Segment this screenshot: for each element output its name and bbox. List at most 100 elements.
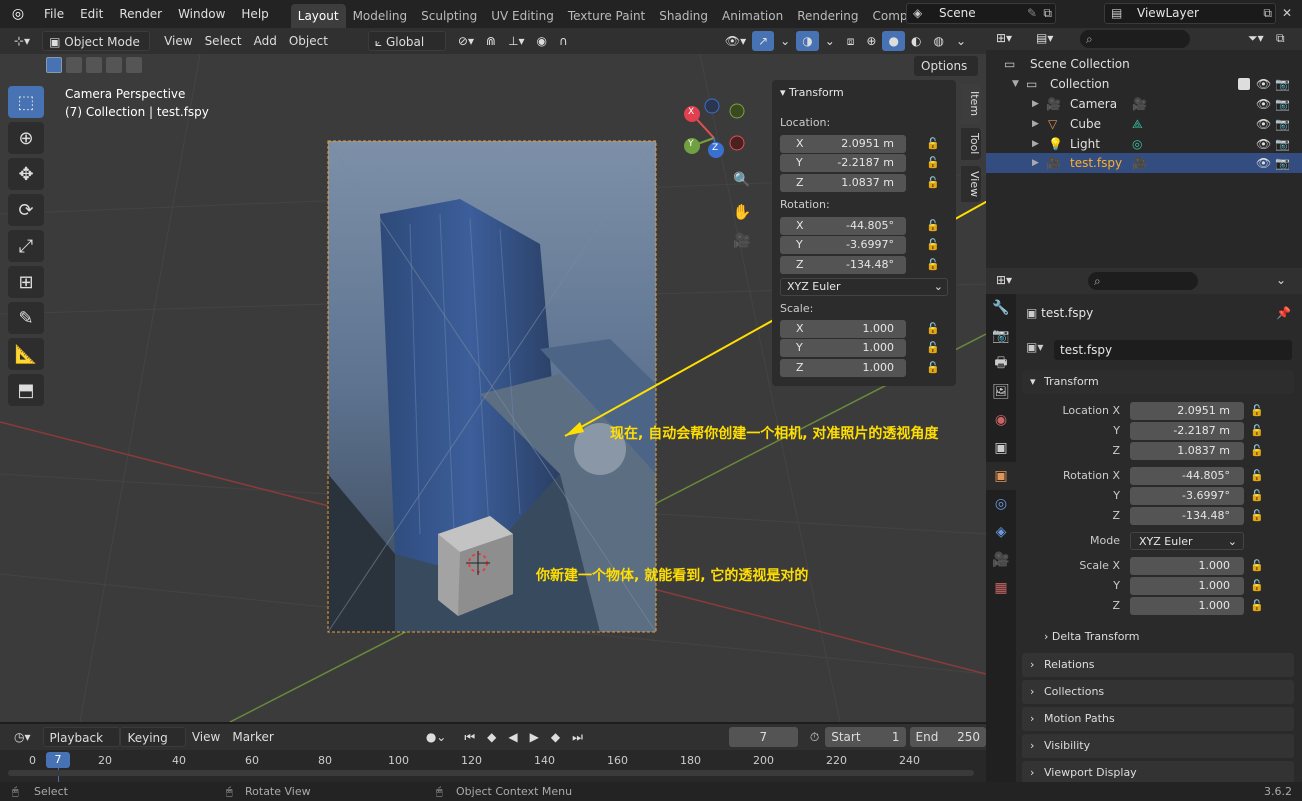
gizmo-icon[interactable]: ↗ (752, 31, 775, 51)
wireframe-shading-icon[interactable]: ⊕ (860, 31, 882, 51)
lock-icon[interactable]: 🔓 (1250, 444, 1264, 457)
lock-icon[interactable]: 🔓 (926, 238, 940, 251)
lock-icon[interactable]: 🔓 (1250, 509, 1264, 522)
move-tool-icon[interactable]: ✥ (8, 158, 44, 190)
scene-collection-row[interactable]: ▭ Scene Collection (986, 54, 1302, 74)
pan-hand-icon[interactable]: ✋ (730, 203, 754, 223)
scale-y-field[interactable]: 1.000 (1130, 577, 1244, 595)
start-frame-field[interactable]: Start 1 (825, 727, 906, 747)
outliner-item-camera[interactable]: ▶ 🎥 Camera 🎥 👁 📷 (986, 94, 1302, 114)
play-reverse-icon[interactable]: ◀ (502, 727, 523, 747)
menu-edit[interactable]: Edit (72, 0, 111, 28)
lock-icon[interactable]: 🔓 (1250, 404, 1264, 417)
rotation-mode-dropdown[interactable]: XYZ Euler ⌄ (780, 278, 948, 296)
lock-icon[interactable]: 🔓 (926, 176, 940, 189)
lock-icon[interactable]: 🔓 (926, 341, 940, 354)
location-x-field[interactable]: X 2.0951 m (780, 135, 906, 153)
object-name-field[interactable]: test.fspy (1054, 340, 1292, 360)
lock-icon[interactable]: 🔓 (1250, 489, 1264, 502)
eye-icon[interactable]: 👁 (1256, 114, 1271, 134)
new-scene-icon[interactable]: ⧉ (1043, 4, 1052, 23)
rotation-y-field[interactable]: Y -3.6997° (780, 236, 906, 254)
keying-menu[interactable]: Keying ⌄ (120, 727, 186, 765)
scale-z-field[interactable]: Z 1.000 (780, 359, 906, 377)
menu-file[interactable]: File (36, 0, 72, 28)
editor-type-icon[interactable]: ⊹▾ (8, 31, 36, 51)
tab-texture-paint[interactable]: Texture Paint (561, 4, 652, 28)
render-tab-icon[interactable]: 📷 (986, 322, 1016, 350)
location-x-field[interactable]: 2.0951 m (1130, 402, 1244, 420)
scale-x-field[interactable]: X 1.000 (780, 320, 906, 338)
menu-window[interactable]: Window (170, 0, 233, 28)
eye-icon[interactable]: 👁 (1256, 94, 1271, 114)
properties-editor-icon[interactable]: ⊞▾ (996, 273, 1012, 287)
eye-icon[interactable]: 👁 (1256, 74, 1271, 94)
render-camera-icon[interactable]: 📷 (1275, 134, 1290, 154)
physics-tab-icon[interactable]: ◈ (986, 518, 1016, 546)
blender-logo-icon[interactable]: ◎ (0, 6, 36, 22)
menu-select[interactable]: Select (199, 31, 248, 51)
collection-row[interactable]: ▼ ▭ Collection 👁 📷 (986, 74, 1302, 94)
rendered-shading-icon[interactable]: ◍ (927, 31, 949, 51)
scale-x-field[interactable]: 1.000 (1130, 557, 1244, 575)
tab-tool[interactable]: Tool (961, 128, 981, 160)
pivot-icon[interactable]: ⊘▾ (452, 31, 480, 51)
render-camera-icon[interactable]: 📷 (1275, 94, 1290, 114)
select-invert-icon[interactable] (106, 57, 122, 73)
chevron-down-icon[interactable]: ▼ (1012, 74, 1019, 94)
select-new-icon[interactable] (46, 57, 62, 73)
object-type-icon[interactable]: ▣▾ (1026, 340, 1043, 354)
close-view-layer-icon[interactable]: ✕ (1282, 6, 1292, 20)
timeline-view-menu[interactable]: View (186, 727, 226, 747)
rotation-x-field[interactable]: -44.805° (1130, 467, 1244, 485)
lock-icon[interactable]: 🔓 (1250, 559, 1264, 572)
transform-section-header[interactable]: ▾ Transform (1022, 370, 1294, 394)
visibility-icon[interactable]: 👁▾ (719, 31, 752, 51)
measure-tool-icon[interactable]: 📐 (8, 338, 44, 370)
modifier-tab-icon[interactable]: ◎ (986, 490, 1016, 518)
chevron-right-icon[interactable]: ▶ (1032, 153, 1039, 173)
options-dropdown[interactable]: Options ⌄ (914, 56, 978, 93)
zoom-icon[interactable]: 🔍 (730, 172, 754, 192)
snap-icon[interactable]: ⋒ (480, 31, 502, 51)
location-y-field[interactable]: -2.2187 m (1130, 422, 1244, 440)
timeline-editor-icon[interactable]: ◷▾ (8, 727, 37, 747)
add-cube-tool-icon[interactable]: ⬒ (8, 374, 44, 406)
record-icon[interactable]: ●⌄ (420, 727, 453, 747)
outliner-item-cube[interactable]: ▶ ▽ Cube ⟁ 👁 📷 (986, 114, 1302, 134)
prev-keyframe-icon[interactable]: ◆ (481, 727, 502, 747)
lock-icon[interactable]: 🔓 (1250, 599, 1264, 612)
tab-modeling[interactable]: Modeling (346, 4, 415, 28)
gizmo-dropdown-icon[interactable]: ⌄ (774, 31, 796, 51)
lock-icon[interactable]: 🔓 (926, 156, 940, 169)
chevron-right-icon[interactable]: ▶ (1032, 114, 1039, 134)
lock-icon[interactable]: 🔓 (1250, 469, 1264, 482)
view-layer-selector[interactable]: ▤ ViewLayer ⧉ (1104, 3, 1276, 24)
filter-icon[interactable]: ⏷▾ (1248, 31, 1264, 46)
playhead[interactable]: 7 (46, 752, 70, 768)
outliner-item-light[interactable]: ▶ 💡 Light ◎ 👁 📷 (986, 134, 1302, 154)
properties-search-input[interactable]: ⌕ (1088, 272, 1198, 290)
annotate-tool-icon[interactable]: ✎ (8, 302, 44, 334)
delta-transform-subpanel[interactable]: › Delta Transform (1044, 630, 1139, 643)
location-z-field[interactable]: Z 1.0837 m (780, 174, 906, 192)
tab-view[interactable]: View (961, 166, 981, 202)
outliner-editor-icon[interactable]: ⊞▾ (996, 31, 1012, 45)
mode-dropdown[interactable]: XYZ Euler ⌄ (1130, 532, 1244, 550)
rotation-x-field[interactable]: X -44.805° (780, 217, 906, 235)
menu-view[interactable]: View (158, 31, 198, 51)
render-camera-icon[interactable]: 📷 (1275, 74, 1290, 94)
proportional-edit-icon[interactable]: ◉ (531, 31, 553, 51)
outliner-search-input[interactable]: ⌕ (1080, 30, 1190, 48)
output-tab-icon[interactable]: 🖶 (986, 350, 1016, 378)
falloff-icon[interactable]: ∩ (553, 31, 574, 51)
camera-data-icon[interactable]: 🎥 (1132, 94, 1147, 114)
scale-tool-icon[interactable]: ⤢ (8, 230, 44, 262)
selection-mode-buttons[interactable] (46, 57, 142, 75)
select-box-tool-icon[interactable]: ⬚ (8, 86, 44, 118)
exclude-checkbox[interactable] (1238, 78, 1250, 90)
lock-icon[interactable]: 🔓 (926, 137, 940, 150)
rotation-z-field[interactable]: Z -134.48° (780, 256, 906, 274)
pin-icon[interactable]: ✎ (1027, 4, 1037, 23)
lock-icon[interactable]: 🔓 (926, 219, 940, 232)
